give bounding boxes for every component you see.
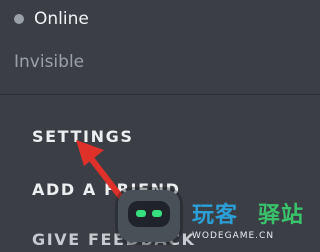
watermark-brand-part1: 玩客: [192, 203, 239, 228]
status-online-label: Online: [34, 9, 89, 29]
watermark-brand-part2: 驿站: [258, 203, 305, 228]
robot-eye-icon: [152, 210, 162, 217]
robot-eye-icon: [136, 210, 146, 217]
watermark-url: WODEGAME.CN: [192, 231, 275, 241]
watermark: 玩客 驿站 WODEGAME.CN: [118, 190, 320, 248]
menu-divider: [0, 94, 320, 95]
status-invisible-option[interactable]: Invisible: [14, 49, 84, 75]
robot-logo-icon: [118, 190, 180, 242]
robot-face: [128, 201, 170, 227]
status-online-option[interactable]: Online: [14, 6, 89, 32]
status-invisible-label: Invisible: [14, 52, 85, 72]
settings-label: SETTINGS: [32, 126, 134, 146]
status-dot-icon: [14, 14, 24, 24]
settings-menu-item[interactable]: SETTINGS: [32, 123, 133, 149]
